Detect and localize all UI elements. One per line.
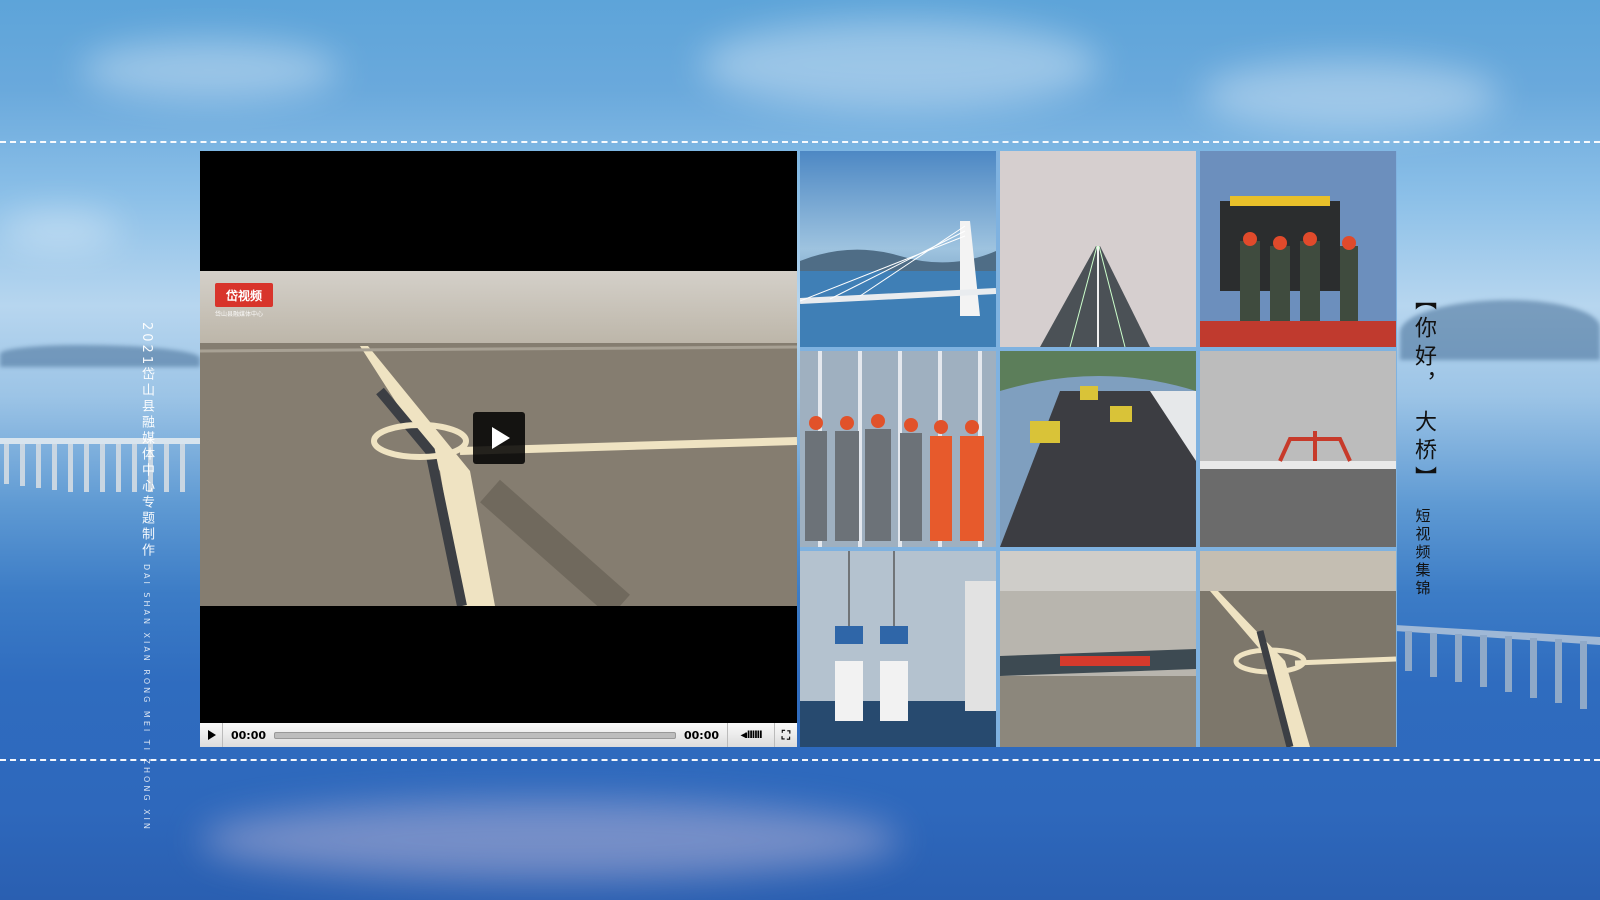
side-caption: 2021岱山县融媒体中心专题制作 DAI SHAN XIAN RONG MEI …: [137, 322, 156, 832]
progress-bar[interactable]: [274, 731, 676, 739]
title-line-2: 大桥】: [1411, 410, 1436, 494]
dashed-divider-top: [0, 141, 1600, 143]
volume-icon[interactable]: ◂ıllllll: [727, 723, 774, 747]
big-play-button[interactable]: [473, 412, 525, 464]
thumbnail-road-rollers[interactable]: [1000, 351, 1196, 547]
video-badge-sub: 岱山县融媒体中心: [215, 311, 264, 318]
thumbnail-grid: [800, 151, 1397, 747]
thumbnail-workers-group[interactable]: [800, 351, 996, 547]
page-title: 【你好， 大桥】 短视频集锦: [1403, 288, 1443, 598]
duration: 00:00: [683, 728, 719, 742]
current-time: 00:00: [231, 728, 267, 742]
dashed-divider-bottom: [0, 759, 1600, 761]
fullscreen-icon[interactable]: ⛶: [774, 723, 797, 747]
video-controls: 00:00 00:00 ◂ıllllll ⛶: [200, 723, 797, 747]
thumbnail-bridge-crane-fog[interactable]: [1200, 351, 1396, 547]
side-caption-cn: 2021岱山县融媒体中心专题制作: [139, 322, 154, 560]
title-subtitle: 短视频集锦: [1413, 508, 1432, 598]
thumbnail-deck-segment[interactable]: [1000, 551, 1196, 747]
thumbnail-foggy-highway[interactable]: [1000, 151, 1196, 347]
side-caption-en: DAI SHAN XIAN RONG MEI TI ZHONG XIN: [142, 564, 151, 833]
thumbnail-pier-lifting[interactable]: [800, 551, 996, 747]
thumbnail-paving-crew[interactable]: [1200, 151, 1396, 347]
bridge-decoration-right: [1395, 625, 1600, 709]
title-line-1: 【你好，: [1411, 288, 1436, 400]
thumbnail-cable-stayed-pylon[interactable]: [800, 151, 996, 347]
play-icon[interactable]: [200, 723, 223, 747]
bridge-decoration-left: [0, 438, 200, 492]
video-badge: 岱视频: [215, 283, 273, 307]
thumbnail-aerial-interchange[interactable]: [1200, 551, 1396, 747]
